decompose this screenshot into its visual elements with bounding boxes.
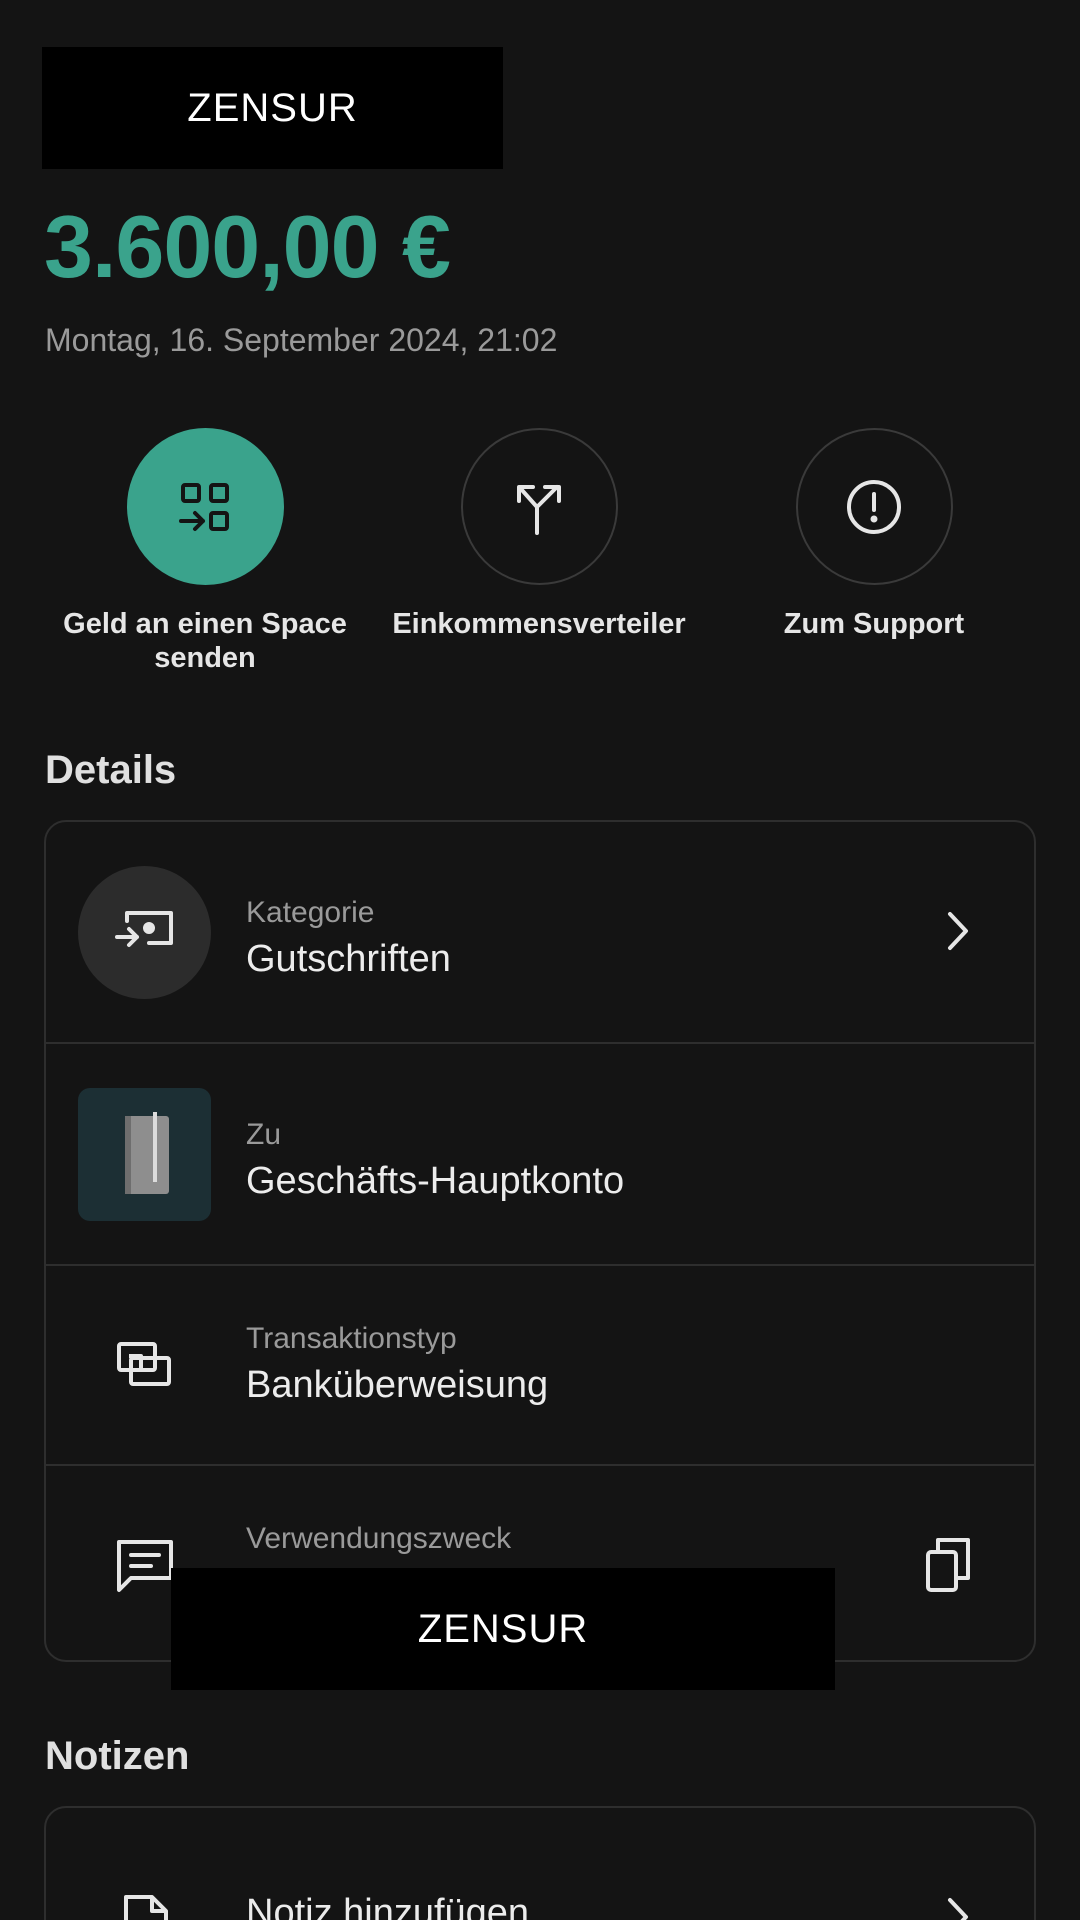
destination-caption: Zu xyxy=(246,1118,282,1151)
move-to-space-icon xyxy=(179,482,229,531)
note-icon-wrap xyxy=(78,1856,211,1920)
transaction-type-caption: Transaktionstyp xyxy=(246,1322,457,1355)
bank-transfer-icon xyxy=(116,1341,171,1386)
income-splitter-action[interactable]: Einkommensverteiler xyxy=(384,428,694,641)
chevron-right-icon xyxy=(944,1896,972,1920)
income-splitter-label: Einkommensverteiler xyxy=(392,608,686,640)
copy-icon[interactable] xyxy=(924,1536,972,1594)
transaction-type-row: Transaktionstyp Banküberweisung xyxy=(46,1264,1034,1464)
category-value: Gutschriften xyxy=(246,938,451,980)
censored-payment-reference: ZENSUR xyxy=(171,1568,835,1690)
send-to-space-label: Geld an einen Space senden xyxy=(63,608,347,674)
destination-value: Geschäfts-Hauptkonto xyxy=(246,1160,625,1202)
details-heading: Details xyxy=(45,748,177,792)
transaction-amount: 3.600,00 € xyxy=(44,197,451,296)
notes-heading: Notizen xyxy=(45,1734,190,1778)
add-note-label: Notiz hinzufügen xyxy=(246,1892,530,1920)
incoming-money-icon xyxy=(114,910,173,947)
payment-reference-caption: Verwendungszweck xyxy=(246,1522,512,1555)
add-note-row[interactable]: Notiz hinzufügen xyxy=(46,1808,1034,1920)
transaction-type-icon-wrap xyxy=(78,1298,211,1431)
split-arrow-icon xyxy=(517,484,561,535)
support-action[interactable]: Zum Support xyxy=(719,428,1029,641)
income-splitter-button[interactable] xyxy=(460,428,618,585)
category-row[interactable]: Kategorie Gutschriften xyxy=(46,822,1034,1042)
message-icon xyxy=(116,1539,173,1592)
details-card: Kategorie Gutschriften Zu Geschäfts-Haup… xyxy=(44,820,1036,1662)
account-icon-wrap xyxy=(78,1088,211,1221)
transaction-type-value: Banküberweisung xyxy=(246,1364,549,1406)
category-icon-wrap xyxy=(78,866,211,999)
notebook-icon xyxy=(124,1111,169,1194)
send-to-space-button[interactable] xyxy=(126,428,284,585)
support-label: Zum Support xyxy=(783,608,965,640)
transaction-datetime: Montag, 16. September 2024, 21:02 xyxy=(45,322,558,358)
support-button[interactable] xyxy=(795,428,953,585)
notes-card[interactable]: Notiz hinzufügen xyxy=(44,1806,1036,1920)
category-caption: Kategorie xyxy=(246,896,375,929)
chevron-right-icon xyxy=(944,910,972,952)
document-icon xyxy=(123,1894,168,1920)
exclamation-circle-icon xyxy=(847,479,901,534)
destination-account-row: Zu Geschäfts-Hauptkonto xyxy=(46,1042,1034,1264)
censored-title: ZENSUR xyxy=(42,47,503,169)
send-to-space-action[interactable]: Geld an einen Space senden xyxy=(50,428,360,675)
